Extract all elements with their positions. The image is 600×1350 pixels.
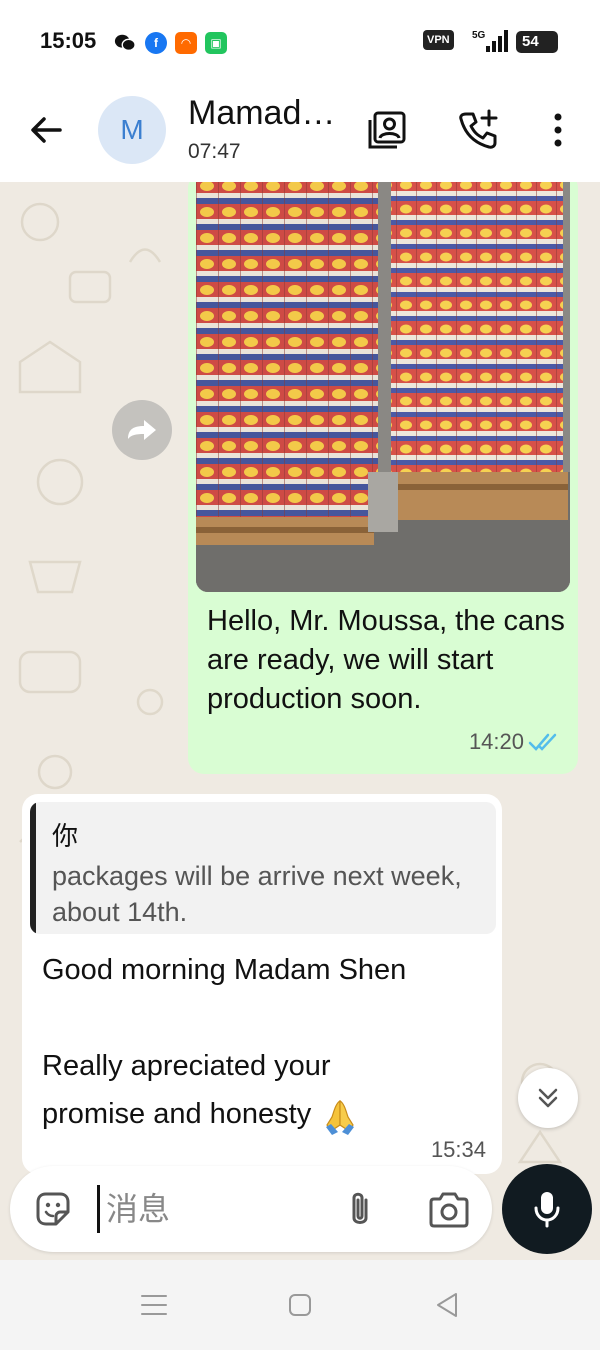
- battery-icon: 54: [516, 31, 558, 53]
- contact-name[interactable]: Mamad…: [188, 94, 335, 133]
- message-composer[interactable]: [10, 1166, 492, 1252]
- double-chevron-down-icon: [538, 1088, 558, 1108]
- home-icon[interactable]: [284, 1290, 316, 1320]
- add-call-icon[interactable]: [456, 108, 500, 152]
- outgoing-message[interactable]: Hello, Mr. Moussa, the cans are ready, w…: [188, 182, 578, 774]
- quote-bar: [30, 802, 36, 934]
- contact-card-icon[interactable]: [366, 108, 410, 152]
- text-caret: [97, 1185, 100, 1233]
- message-photo[interactable]: [196, 182, 570, 592]
- vpn-badge: VPN: [423, 30, 454, 50]
- facebook-icon: f: [145, 32, 167, 54]
- more-vertical-icon[interactable]: [536, 108, 580, 152]
- quoted-message[interactable]: 你 packages will be arrive next week, abo…: [30, 802, 496, 934]
- system-nav-bar: [0, 1260, 600, 1350]
- status-time: 15:05: [40, 28, 97, 53]
- message-time: 15:34: [430, 1137, 486, 1162]
- quote-author: 你: [52, 821, 79, 851]
- incoming-message-text: Good morning Madam Shen Really apreciate…: [42, 946, 482, 1138]
- signal-icon: 5G: [472, 30, 508, 52]
- message-input[interactable]: [106, 1184, 326, 1234]
- attach-icon[interactable]: [340, 1188, 380, 1232]
- camera-icon[interactable]: [426, 1188, 472, 1232]
- folded-hands-emoji: [326, 1100, 355, 1136]
- dingtalk-icon: ▣: [205, 32, 227, 54]
- microphone-icon: [534, 1192, 560, 1228]
- outgoing-message-text: Hello, Mr. Moussa, the cans are ready, w…: [207, 605, 565, 715]
- avatar[interactable]: M: [98, 96, 166, 164]
- sticker-icon[interactable]: [32, 1188, 74, 1230]
- status-bar: 15:05 f ◠ ▣ VPN 5G 54: [0, 0, 600, 82]
- quote-text: packages will be arrive next week, about…: [52, 861, 462, 927]
- forward-button[interactable]: [112, 400, 172, 460]
- recent-apps-icon[interactable]: [138, 1290, 170, 1320]
- message-time: 14:20: [468, 729, 524, 754]
- back-arrow-icon[interactable]: [26, 110, 66, 150]
- forward-icon: [128, 420, 156, 440]
- wechat-icon: [114, 32, 136, 54]
- chat-area[interactable]: Hello, Mr. Moussa, the cans are ready, w…: [0, 182, 600, 1260]
- network-label: 5G: [472, 30, 486, 41]
- voice-message-button[interactable]: [502, 1164, 592, 1254]
- scroll-to-bottom-button[interactable]: [518, 1068, 578, 1128]
- contact-status: 07:47: [188, 140, 241, 163]
- photo-cans-on-pallets: [196, 182, 570, 592]
- chat-header: M Mamad… 07:47: [0, 82, 600, 182]
- read-ticks-icon: [528, 733, 557, 751]
- back-icon[interactable]: [432, 1290, 464, 1320]
- alibaba-1688-icon: ◠: [175, 32, 197, 54]
- incoming-message[interactable]: 你 packages will be arrive next week, abo…: [22, 794, 502, 1174]
